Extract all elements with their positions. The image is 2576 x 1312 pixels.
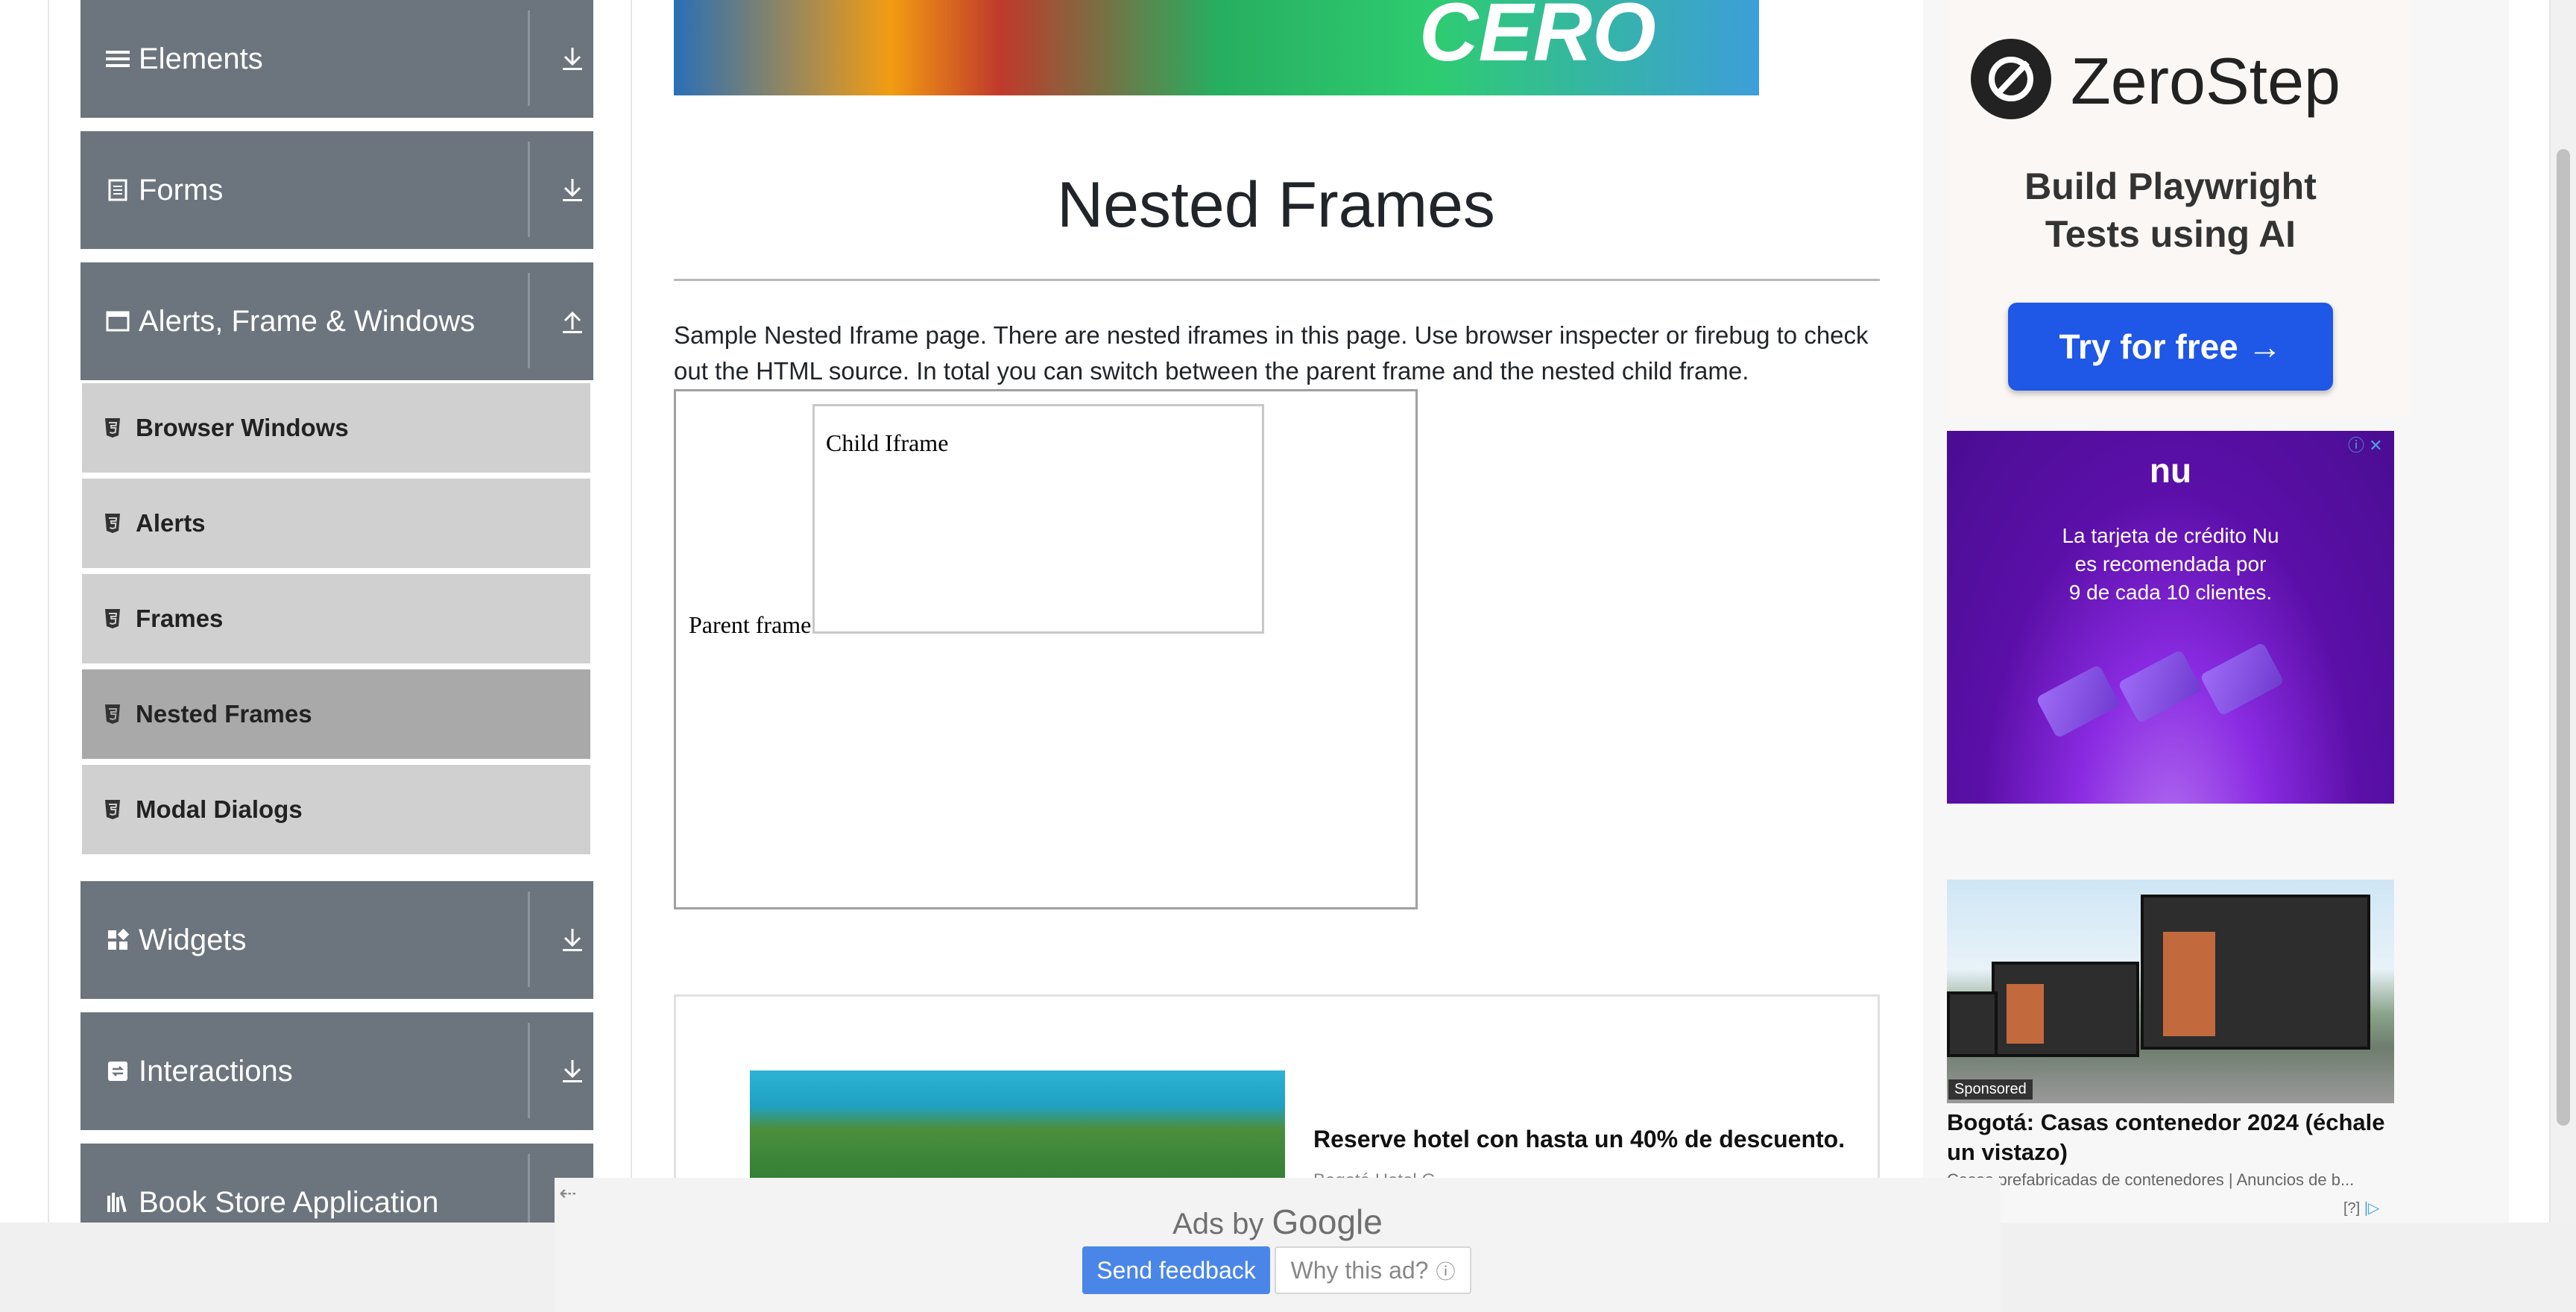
expand-arrow-icon[interactable] — [558, 36, 587, 81]
scrollbar-thumb[interactable] — [2557, 149, 2570, 1126]
sponsored-badge: Sponsored — [1948, 1079, 2033, 1100]
parent-frame-text: Parent frame — [689, 611, 812, 638]
why-this-ad-label: Why this ad? — [1290, 1256, 1429, 1284]
hotel-ad-title[interactable]: Reserve hotel con hasta un 40% de descue… — [1313, 1126, 1845, 1153]
book-icon — [104, 1189, 131, 1216]
sidebar-item-label: Browser Windows — [136, 414, 349, 441]
html5-icon — [104, 703, 124, 725]
sidebar-item-modal-dialogs[interactable]: Modal Dialogs — [82, 765, 590, 857]
group-forms[interactable]: Forms — [80, 131, 593, 249]
html5-icon — [104, 512, 124, 534]
sidebar-item-nested-frames[interactable]: Nested Frames — [82, 669, 590, 762]
banner-text: CERO — [1419, 0, 1656, 78]
page-title: Nested Frames — [1057, 169, 1495, 241]
form-icon — [104, 177, 131, 204]
zerostep-tagline: Build Playwright Tests using AI — [1947, 163, 2394, 258]
html5-icon — [104, 798, 124, 821]
group-interactions[interactable]: Interactions — [80, 1012, 593, 1130]
group-forms-label: Forms — [139, 173, 224, 206]
google-wordmark: Google — [1272, 1202, 1383, 1241]
info-icon: ⓘ — [1436, 1260, 1456, 1283]
zerostep-logo-icon — [1971, 39, 2051, 119]
send-feedback-button[interactable]: Send feedback — [1082, 1246, 1270, 1294]
house-ad-title[interactable]: Bogotá: Casas contenedor 2024 (échale un… — [1947, 1108, 2409, 1167]
widgets-icon — [104, 927, 131, 953]
why-this-ad-button[interactable]: Why this ad? ⓘ — [1275, 1246, 1471, 1294]
expand-arrow-icon[interactable] — [558, 917, 587, 962]
house-ad-subtitle: Casas prefabricadas de contenedores | An… — [1947, 1170, 2355, 1189]
try-for-free-button[interactable]: Try for free → — [2008, 303, 2333, 391]
ads-by-google-label: Ads by Google — [555, 1202, 2001, 1242]
sidebar-item-alerts[interactable]: Alerts — [82, 479, 590, 571]
html5-icon — [104, 417, 124, 439]
group-elements[interactable]: Elements — [80, 0, 593, 118]
sidebar-item-label: Nested Frames — [136, 700, 312, 728]
interactions-icon — [104, 1058, 131, 1085]
expand-arrow-icon[interactable] — [558, 1048, 587, 1093]
ads-by-text: Ads by — [1172, 1208, 1264, 1240]
nu-line-1: La tarjeta de crédito Nu — [2062, 524, 2279, 547]
collapse-arrow-icon[interactable] — [558, 298, 587, 343]
page-description: Sample Nested Iframe page. There are nes… — [674, 321, 1869, 385]
ad-help-link[interactable]: [?] |▷ — [2343, 1199, 2379, 1217]
sidebar-item-label: Alerts — [136, 509, 206, 537]
window-icon — [104, 308, 131, 335]
child-frame-text: Child Iframe — [826, 429, 949, 456]
group-elements-label: Elements — [139, 42, 263, 75]
container-house-image[interactable] — [1947, 880, 2394, 1103]
group-alerts-frames-windows[interactable]: Alerts, Frame & Windows — [80, 262, 593, 380]
top-banner-ad[interactable]: CERO — [674, 0, 1759, 95]
expand-arrow-icon[interactable] — [558, 167, 587, 212]
help-label: [?] — [2343, 1200, 2361, 1217]
group-interactions-label: Interactions — [139, 1054, 293, 1088]
group-widgets-label: Widgets — [139, 923, 247, 956]
nu-logo: nu — [2149, 451, 2192, 490]
html5-icon — [104, 608, 124, 630]
nu-line-3: 9 de cada 10 clientes. — [2068, 581, 2273, 604]
credit-cards-image — [2036, 642, 2296, 745]
nu-ad-text: La tarjeta de crédito Nu es recomendada … — [1947, 522, 2394, 607]
divider — [674, 279, 1880, 281]
sidebar-item-label: Modal Dialogs — [136, 795, 303, 823]
zerostep-tagline-1: Build Playwright — [2024, 165, 2317, 207]
nu-line-2: es recomendada por — [2074, 552, 2267, 575]
group-bookstore-label: Book Store Application — [139, 1185, 439, 1219]
group-alerts-label: Alerts, Frame & Windows — [139, 304, 476, 338]
adchoices-icon: |▷ — [2364, 1200, 2380, 1217]
sidebar-item-browser-windows[interactable]: Browser Windows — [82, 383, 590, 476]
menu-icon — [104, 45, 131, 72]
sidebar-item-label: Frames — [136, 605, 224, 632]
zerostep-name: ZeroStep — [2071, 44, 2340, 118]
zerostep-tagline-2: Tests using AI — [2045, 213, 2296, 255]
group-widgets[interactable]: Widgets — [80, 881, 593, 999]
sidebar-item-frames[interactable]: Frames — [82, 574, 590, 666]
